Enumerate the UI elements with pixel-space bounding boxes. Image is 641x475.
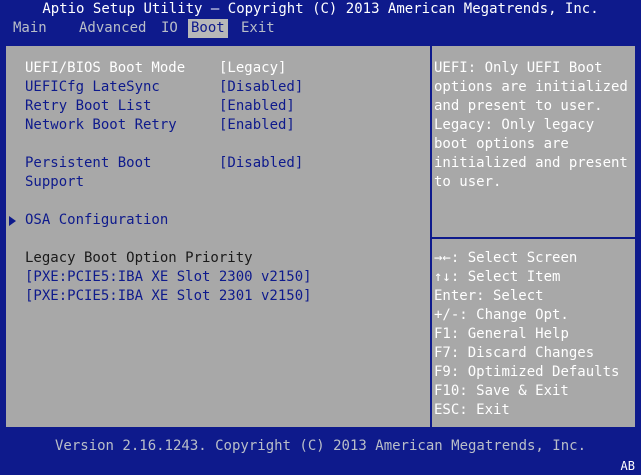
- osa-configuration-link[interactable]: OSA Configuration: [25, 211, 168, 230]
- help-text-line: and present to user.: [434, 98, 603, 114]
- tab-exit[interactable]: Exit: [238, 19, 278, 38]
- help-divider: [432, 237, 635, 239]
- help-text-line: UEFI: Only UEFI Boot: [434, 60, 603, 76]
- key-description: Select Item: [459, 269, 561, 285]
- key-description: Save & Exit: [467, 383, 569, 399]
- key-description: Select: [484, 288, 544, 304]
- legacy-priority-heading: Legacy Boot Option Priority: [25, 250, 253, 266]
- boot-mode-value[interactable]: [Legacy]: [219, 59, 286, 78]
- key-name: ESC:: [434, 402, 468, 418]
- legacy-boot-option-1[interactable]: [PXE:PCIE5:IBA XE Slot 2300 v2150]: [25, 268, 312, 287]
- submenu-arrow-icon: [9, 216, 16, 226]
- key-name: →←:: [434, 250, 460, 266]
- persistent-boot-label[interactable]: Persistent Boot: [25, 154, 151, 173]
- tab-main[interactable]: Main: [10, 19, 50, 38]
- key-name: F9:: [434, 364, 460, 380]
- tab-io[interactable]: IO: [158, 19, 181, 38]
- legacy-boot-option-2[interactable]: [PXE:PCIE5:IBA XE Slot 2301 v2150]: [25, 287, 312, 306]
- version-footer: Version 2.16.1243. Copyright (C) 2013 Am…: [54, 438, 586, 454]
- key-name: F1:: [434, 326, 460, 342]
- key-legend-item: F9: Optimized Defaults: [434, 363, 619, 382]
- network-boot-retry-value[interactable]: [Enabled]: [219, 116, 295, 135]
- key-legend-item: ↑↓: Select Item: [434, 268, 560, 287]
- help-text-line: boot options are: [434, 136, 569, 152]
- help-text-line: Legacy: Only legacy: [434, 117, 595, 133]
- latesync-label[interactable]: UEFICfg LateSync: [25, 78, 160, 97]
- key-description: Select Screen: [459, 250, 578, 266]
- window-title: Aptio Setup Utility – Copyright (C) 2013…: [42, 1, 599, 17]
- key-legend-item: +/-: Change Opt.: [434, 306, 569, 325]
- key-legend-item: F7: Discard Changes: [434, 344, 594, 363]
- key-description: Optimized Defaults: [459, 364, 620, 380]
- post-code: AB: [620, 459, 635, 473]
- key-description: General Help: [459, 326, 569, 342]
- boot-panel: UEFI/BIOS Boot Mode [Legacy] UEFICfg Lat…: [4, 44, 637, 429]
- key-name: Enter:: [434, 288, 485, 304]
- key-name: +/-:: [434, 307, 468, 323]
- latesync-value[interactable]: [Disabled]: [219, 78, 303, 97]
- help-text-line: to user.: [434, 174, 502, 190]
- key-legend-item: F10: Save & Exit: [434, 382, 569, 401]
- key-name: F10:: [434, 383, 468, 399]
- key-description: Discard Changes: [459, 345, 595, 361]
- key-legend-item: →←: Select Screen: [434, 249, 577, 268]
- key-legend-item: ESC: Exit: [434, 401, 510, 420]
- retry-boot-list-label[interactable]: Retry Boot List: [25, 97, 151, 116]
- persistent-boot-label-2[interactable]: Support: [25, 173, 84, 192]
- network-boot-retry-label[interactable]: Network Boot Retry: [25, 116, 177, 135]
- key-name: F7:: [434, 345, 460, 361]
- persistent-boot-value[interactable]: [Disabled]: [219, 154, 303, 173]
- tab-advanced[interactable]: Advanced: [76, 19, 149, 38]
- key-legend-item: F1: General Help: [434, 325, 569, 344]
- help-text-line: initialized and present: [434, 155, 628, 171]
- key-name: ↑↓:: [434, 269, 460, 285]
- retry-boot-list-value[interactable]: [Enabled]: [219, 97, 295, 116]
- boot-mode-label[interactable]: UEFI/BIOS Boot Mode: [25, 59, 185, 78]
- tab-boot[interactable]: Boot: [188, 19, 228, 38]
- key-legend-item: Enter: Select: [434, 287, 544, 306]
- key-description: Change Opt.: [467, 307, 569, 323]
- menu-bar: Main Advanced IO Boot Exit: [0, 19, 641, 38]
- help-text-line: options are initialized: [434, 79, 628, 95]
- key-description: Exit: [467, 402, 510, 418]
